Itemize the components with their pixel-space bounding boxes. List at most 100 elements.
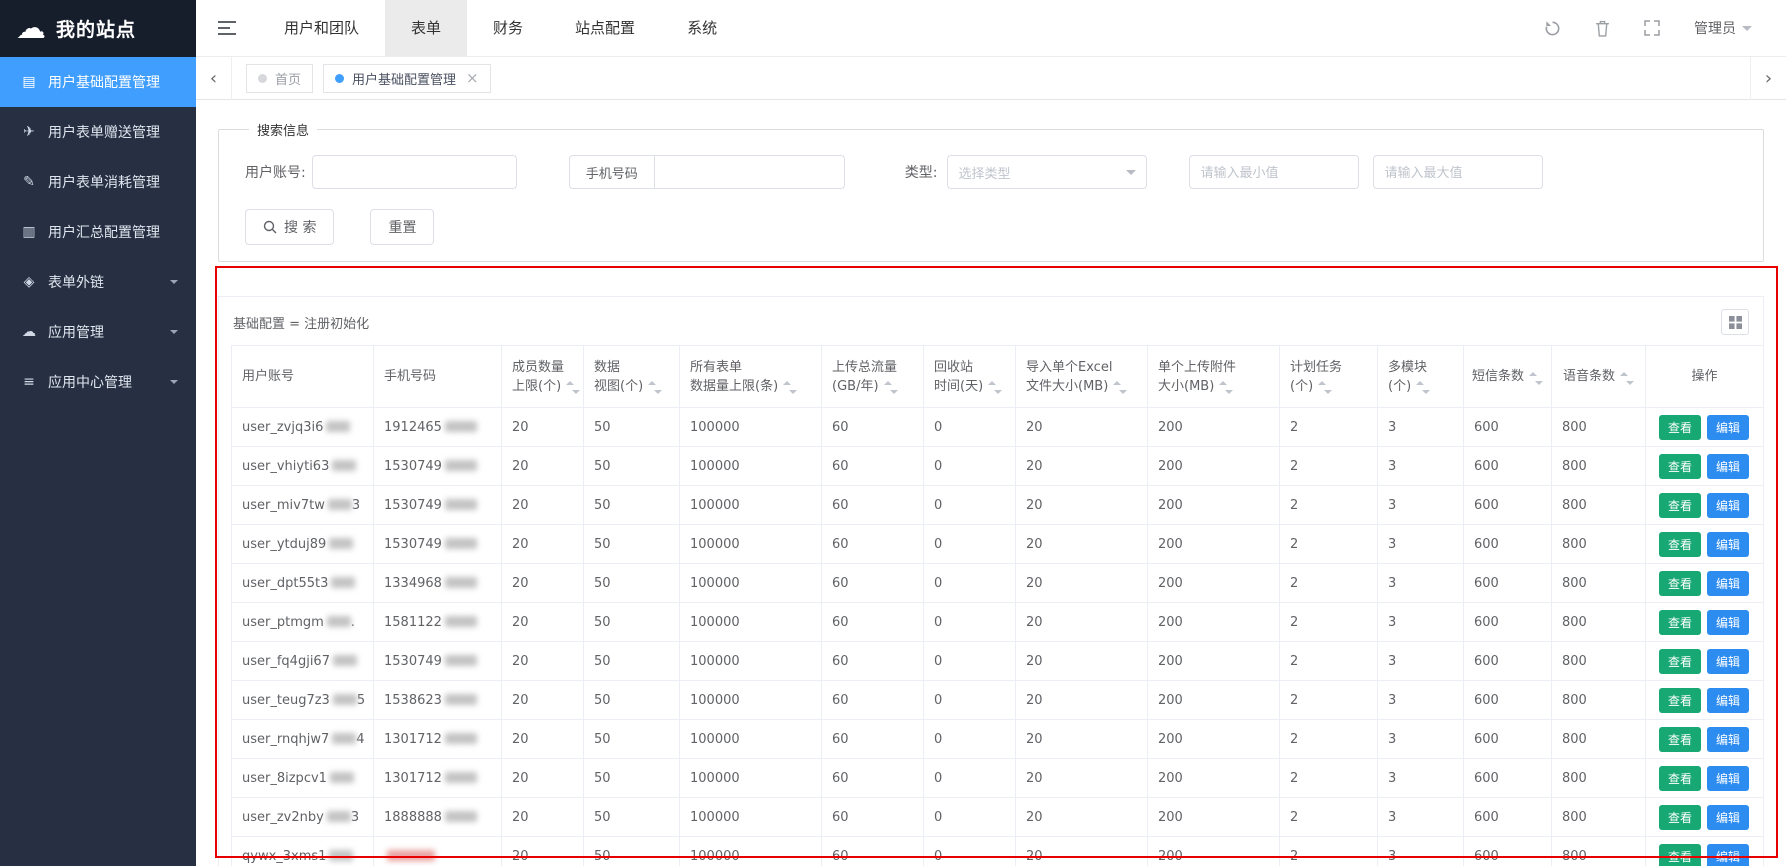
column-header[interactable]: 语音条数: [1552, 346, 1646, 408]
trash-icon[interactable]: [1595, 20, 1610, 37]
type-select-value: 选择类型: [958, 163, 1120, 182]
top-menu-item[interactable]: 用户和团队: [258, 0, 385, 56]
view-button[interactable]: 查看: [1659, 727, 1701, 752]
cell-value: 3: [1378, 564, 1464, 603]
column-header-line: 操作: [1656, 367, 1753, 386]
account-input[interactable]: [312, 155, 517, 189]
edit-button[interactable]: 编辑: [1707, 532, 1749, 557]
tabs-bar: ‹ 首页用户基础配置管理× ›: [196, 57, 1786, 100]
edit-button[interactable]: 编辑: [1707, 610, 1749, 635]
view-button[interactable]: 查看: [1659, 454, 1701, 479]
view-button[interactable]: 查看: [1659, 766, 1701, 791]
top-menu-item[interactable]: 系统: [661, 0, 743, 56]
column-header[interactable]: 单个上传附件大小(MB): [1148, 346, 1280, 408]
top-menu-item[interactable]: 表单: [385, 0, 467, 56]
column-settings-button[interactable]: [1721, 309, 1749, 335]
search-button[interactable]: 搜 索: [245, 209, 334, 245]
cell-value: 50: [584, 642, 680, 681]
admin-dropdown[interactable]: 管理员: [1694, 18, 1752, 38]
column-header[interactable]: 成员数量上限(个): [502, 346, 584, 408]
cell-value: 200: [1148, 564, 1280, 603]
edit-button[interactable]: 编辑: [1707, 415, 1749, 440]
column-header[interactable]: 回收站时间(天): [924, 346, 1016, 408]
edit-button[interactable]: 编辑: [1707, 766, 1749, 791]
sort-carets-icon[interactable]: [1113, 377, 1127, 395]
sort-carets-icon[interactable]: [783, 377, 797, 395]
sidebar-item[interactable]: ≡应用中心管理: [0, 357, 196, 407]
view-button[interactable]: 查看: [1659, 571, 1701, 596]
collapse-menu-icon[interactable]: [196, 21, 258, 35]
refresh-icon[interactable]: [1544, 20, 1561, 37]
cell-value: 0: [924, 603, 1016, 642]
sidebar-item[interactable]: ✎用户表单消耗管理: [0, 157, 196, 207]
column-header[interactable]: 短信条数: [1464, 346, 1552, 408]
cell-actions: 查看编辑: [1646, 681, 1764, 720]
top-menu-item[interactable]: 财务: [467, 0, 549, 56]
brand[interactable]: ☁ 我的站点: [0, 0, 196, 57]
sort-carets-icon[interactable]: [884, 377, 898, 395]
view-button[interactable]: 查看: [1659, 844, 1701, 866]
edit-button[interactable]: 编辑: [1707, 454, 1749, 479]
column-header[interactable]: 计划任务(个): [1280, 346, 1378, 408]
sort-desc-icon: [572, 390, 580, 398]
sort-carets-icon[interactable]: [1529, 368, 1543, 386]
fullscreen-icon[interactable]: [1644, 20, 1660, 36]
edit-button[interactable]: 编辑: [1707, 649, 1749, 674]
view-button[interactable]: 查看: [1659, 493, 1701, 518]
tabs-scroll-left-icon[interactable]: ‹: [196, 57, 232, 100]
tab[interactable]: 用户基础配置管理×: [323, 64, 491, 93]
view-button[interactable]: 查看: [1659, 532, 1701, 557]
list-icon: ≡: [20, 374, 38, 390]
tabs-scroll-right-icon[interactable]: ›: [1750, 57, 1786, 100]
reset-button[interactable]: 重置: [370, 209, 434, 245]
sidebar-item[interactable]: ☁应用管理: [0, 307, 196, 357]
edit-button[interactable]: 编辑: [1707, 844, 1749, 866]
view-button[interactable]: 查看: [1659, 805, 1701, 830]
phone-input[interactable]: [655, 155, 845, 189]
column-header[interactable]: 导入单个Excel文件大小(MB): [1016, 346, 1148, 408]
edit-button[interactable]: 编辑: [1707, 727, 1749, 752]
type-select[interactable]: 选择类型: [947, 155, 1147, 189]
sidebar-item[interactable]: ▥用户汇总配置管理: [0, 207, 196, 257]
column-header[interactable]: 数据视图(个): [584, 346, 680, 408]
tab-dot-icon: [335, 74, 344, 83]
view-button[interactable]: 查看: [1659, 688, 1701, 713]
tab-dot-icon: [258, 74, 267, 83]
sort-desc-icon: [994, 390, 1002, 398]
cell-value: 0: [924, 525, 1016, 564]
cell-value: 0: [924, 837, 1016, 866]
edit-button[interactable]: 编辑: [1707, 493, 1749, 518]
sidebar-item[interactable]: ✈用户表单赠送管理: [0, 107, 196, 157]
view-button[interactable]: 查看: [1659, 415, 1701, 440]
cell-value: 20: [502, 798, 584, 837]
cell-value: 2: [1280, 837, 1378, 866]
sidebar-item[interactable]: ▤用户基础配置管理: [0, 57, 196, 107]
sort-carets-icon[interactable]: [566, 377, 580, 395]
cell-value: 100000: [680, 759, 822, 798]
column-header[interactable]: 上传总流量(GB/年): [822, 346, 924, 408]
cell-value: 2: [1280, 408, 1378, 447]
sort-carets-icon[interactable]: [1416, 377, 1430, 395]
edit-button[interactable]: 编辑: [1707, 688, 1749, 713]
tab[interactable]: 首页: [246, 64, 313, 93]
top-menu-item[interactable]: 站点配置: [549, 0, 661, 56]
close-icon[interactable]: ×: [466, 71, 479, 86]
sort-carets-icon[interactable]: [1318, 377, 1332, 395]
cell-value: 60: [822, 759, 924, 798]
min-value-input[interactable]: [1189, 155, 1359, 189]
sort-carets-icon[interactable]: [648, 377, 662, 395]
sidebar-item[interactable]: ◈表单外链: [0, 257, 196, 307]
cell-value: 600: [1464, 564, 1552, 603]
view-button[interactable]: 查看: [1659, 610, 1701, 635]
column-header-line: 文件大小(MB): [1026, 377, 1137, 396]
column-header[interactable]: 多模块(个): [1378, 346, 1464, 408]
sort-carets-icon[interactable]: [988, 377, 1002, 395]
edit-button[interactable]: 编辑: [1707, 805, 1749, 830]
edit-button[interactable]: 编辑: [1707, 571, 1749, 596]
view-button[interactable]: 查看: [1659, 649, 1701, 674]
sort-carets-icon[interactable]: [1219, 377, 1233, 395]
max-value-input[interactable]: [1373, 155, 1543, 189]
column-header[interactable]: 所有表单数据量上限(条): [680, 346, 822, 408]
column-header-line: 上传总流量: [832, 358, 913, 377]
sort-carets-icon[interactable]: [1620, 368, 1634, 386]
